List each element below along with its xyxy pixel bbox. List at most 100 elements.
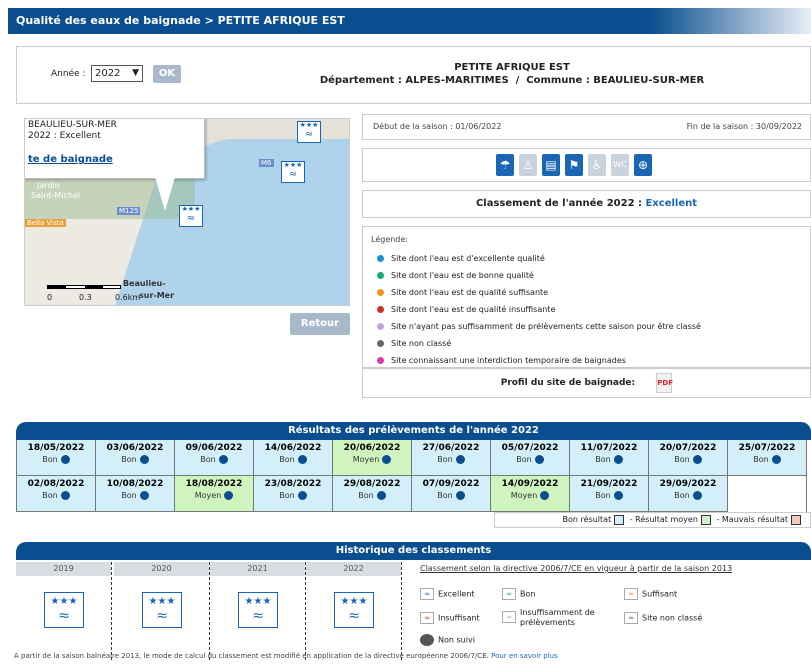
result-status-text: Bon <box>674 491 690 500</box>
arrow-right-icon[interactable] <box>376 491 386 500</box>
result-cell[interactable]: 21/09/2022 Bon <box>570 476 649 512</box>
legend-dot <box>377 323 384 330</box>
result-cell[interactable]: 20/07/2022 Bon <box>649 440 728 476</box>
result-date: 10/08/2022 <box>106 479 164 489</box>
scale-06: 0.6km <box>115 293 141 302</box>
result-cell[interactable]: 03/06/2022 Bon <box>96 440 175 476</box>
arrow-right-icon[interactable] <box>455 455 465 464</box>
result-cell[interactable]: 14/09/2022 Moyen <box>491 476 570 512</box>
commune-label: Commune : <box>526 75 590 86</box>
result-cell[interactable]: 20/06/2022 Moyen <box>333 440 412 476</box>
arrow-right-icon[interactable] <box>297 455 307 464</box>
arrow-right-icon[interactable] <box>455 491 465 500</box>
legend-item: Site dont l'eau est d'excellente qualité <box>371 250 810 267</box>
arrow-right-icon[interactable] <box>224 491 234 500</box>
result-cell[interactable]: 11/07/2022 Bon <box>570 440 649 476</box>
pdf-icon[interactable]: PDF <box>656 372 673 393</box>
result-date: 25/07/2022 <box>738 443 796 453</box>
result-status-text: Bon <box>358 491 374 500</box>
arrow-right-icon[interactable] <box>534 455 544 464</box>
shower-icon: ▤ <box>542 154 560 176</box>
arrow-right-icon[interactable] <box>692 491 702 500</box>
result-cell[interactable]: 10/08/2022 Bon <box>96 476 175 512</box>
suffisant-icon: ≈ <box>624 588 638 600</box>
lifeguard-icon: ♙ <box>519 154 537 176</box>
arrow-right-icon[interactable] <box>60 491 70 500</box>
result-cell[interactable]: 25/07/2022 Bon <box>728 440 807 476</box>
retour-button[interactable]: Retour <box>290 313 350 335</box>
legend-non-suivi: Non suivi <box>420 634 475 646</box>
legend-non-classe: ≈ Site non classé <box>624 612 702 624</box>
result-status: Bon <box>491 455 569 464</box>
result-cell[interactable]: 02/08/2022 Bon <box>17 476 96 512</box>
map-popup: BEAULIEU-SUR-MER 2022 : Excellent te de … <box>25 119 205 179</box>
legend-dot <box>377 272 384 279</box>
swimmer-icon: ≈ <box>288 169 298 180</box>
arrow-right-icon[interactable] <box>139 455 149 464</box>
result-cell[interactable]: 29/09/2022 Bon <box>649 476 728 512</box>
classement-panel: Classement de l'année 2022 : Excellent <box>362 190 811 218</box>
result-cell[interactable]: 23/08/2022 Bon <box>254 476 333 512</box>
result-status: Bon <box>254 455 332 464</box>
legend-item: Site dont l'eau est de qualité suffisant… <box>371 284 810 301</box>
legend-label: Suffisant <box>642 589 678 599</box>
map-beach-marker[interactable]: ★★★ ≈ <box>179 205 203 227</box>
result-status-text: Bon <box>42 455 58 464</box>
legend-text: Site dont l'eau est d'excellente qualité <box>391 254 545 263</box>
legend-item: Site dont l'eau est de bonne qualité <box>371 267 810 284</box>
result-cell[interactable]: 18/08/2022 Moyen <box>175 476 254 512</box>
result-status-text: Bon <box>753 455 769 464</box>
arrow-right-icon[interactable] <box>218 455 228 464</box>
arrow-right-icon[interactable] <box>771 455 781 464</box>
year-select[interactable]: 2022 ▼ <box>91 65 143 82</box>
result-cell[interactable]: 07/09/2022 Bon <box>412 476 491 512</box>
map-beach-marker[interactable]: ★★★ ≈ <box>281 161 305 183</box>
services-panel: ☂ ♙ ▤ ⚑ ♿ WC ⊕ <box>362 148 811 182</box>
popup-pointer <box>155 177 175 211</box>
legend-item: Site non classé <box>371 335 810 352</box>
arrow-right-icon[interactable] <box>139 491 149 500</box>
legend-dot <box>377 306 384 313</box>
map-beach-marker[interactable]: ★★★ ≈ <box>297 121 321 143</box>
result-status-text: Bon <box>121 455 137 464</box>
site-map[interactable]: Jardin Saint-Michel Beaulieu- sur-Mer M6… <box>24 118 350 306</box>
result-cell[interactable]: 27/06/2022 Bon <box>412 440 491 476</box>
arrow-right-icon[interactable] <box>382 455 392 464</box>
arrow-right-icon[interactable] <box>613 491 623 500</box>
result-cell[interactable]: 09/06/2022 Bon <box>175 440 254 476</box>
wc-icon: WC <box>611 154 629 176</box>
result-cell[interactable]: 18/05/2022 Bon <box>17 440 96 476</box>
footnote-link[interactable]: Pour en savoir plus <box>491 652 558 660</box>
year-label: Année : <box>51 69 86 79</box>
arrow-right-icon[interactable] <box>540 491 550 500</box>
departement-label: Département : <box>319 75 402 86</box>
popup-site-link[interactable]: te de baignade <box>28 154 204 165</box>
arrow-right-icon[interactable] <box>692 455 702 464</box>
legend-moyen-label: - Résultat moyen <box>629 515 698 524</box>
result-cell[interactable]: 05/07/2022 Bon <box>491 440 570 476</box>
result-status: Bon <box>17 455 95 464</box>
road-label-m6: M6 <box>259 159 274 167</box>
scale-03: 0.3 <box>79 293 92 302</box>
chevron-down-icon: ▼ <box>132 68 139 78</box>
result-status: Bon <box>728 455 806 464</box>
result-cell[interactable]: 14/06/2022 Bon <box>254 440 333 476</box>
page-title: Qualité des eaux de baignade > PETITE AF… <box>8 8 811 34</box>
road-label-m125: M125 <box>117 207 141 215</box>
season-end-value: 30/09/2022 <box>755 122 802 131</box>
legend-dot <box>377 289 384 296</box>
legend-insuffisamment: ≈ Insuffisamment de prélèvements <box>502 608 595 628</box>
legend-label: Site non classé <box>642 613 703 623</box>
result-date: 03/06/2022 <box>106 443 164 453</box>
result-status: Bon <box>412 491 490 500</box>
arrow-right-icon[interactable] <box>60 455 70 464</box>
season-start-label: Début de la saison : <box>373 122 453 131</box>
insuffisamment-icon: ≈ <box>502 611 516 623</box>
arrow-right-icon[interactable] <box>613 455 623 464</box>
arrow-right-icon[interactable] <box>297 491 307 500</box>
ok-button[interactable]: OK <box>153 65 181 83</box>
result-status: Bon <box>570 455 648 464</box>
result-status-text: Bon <box>279 455 295 464</box>
result-cell[interactable]: 29/08/2022 Bon <box>333 476 412 512</box>
legend-mauvais-swatch <box>791 514 801 525</box>
